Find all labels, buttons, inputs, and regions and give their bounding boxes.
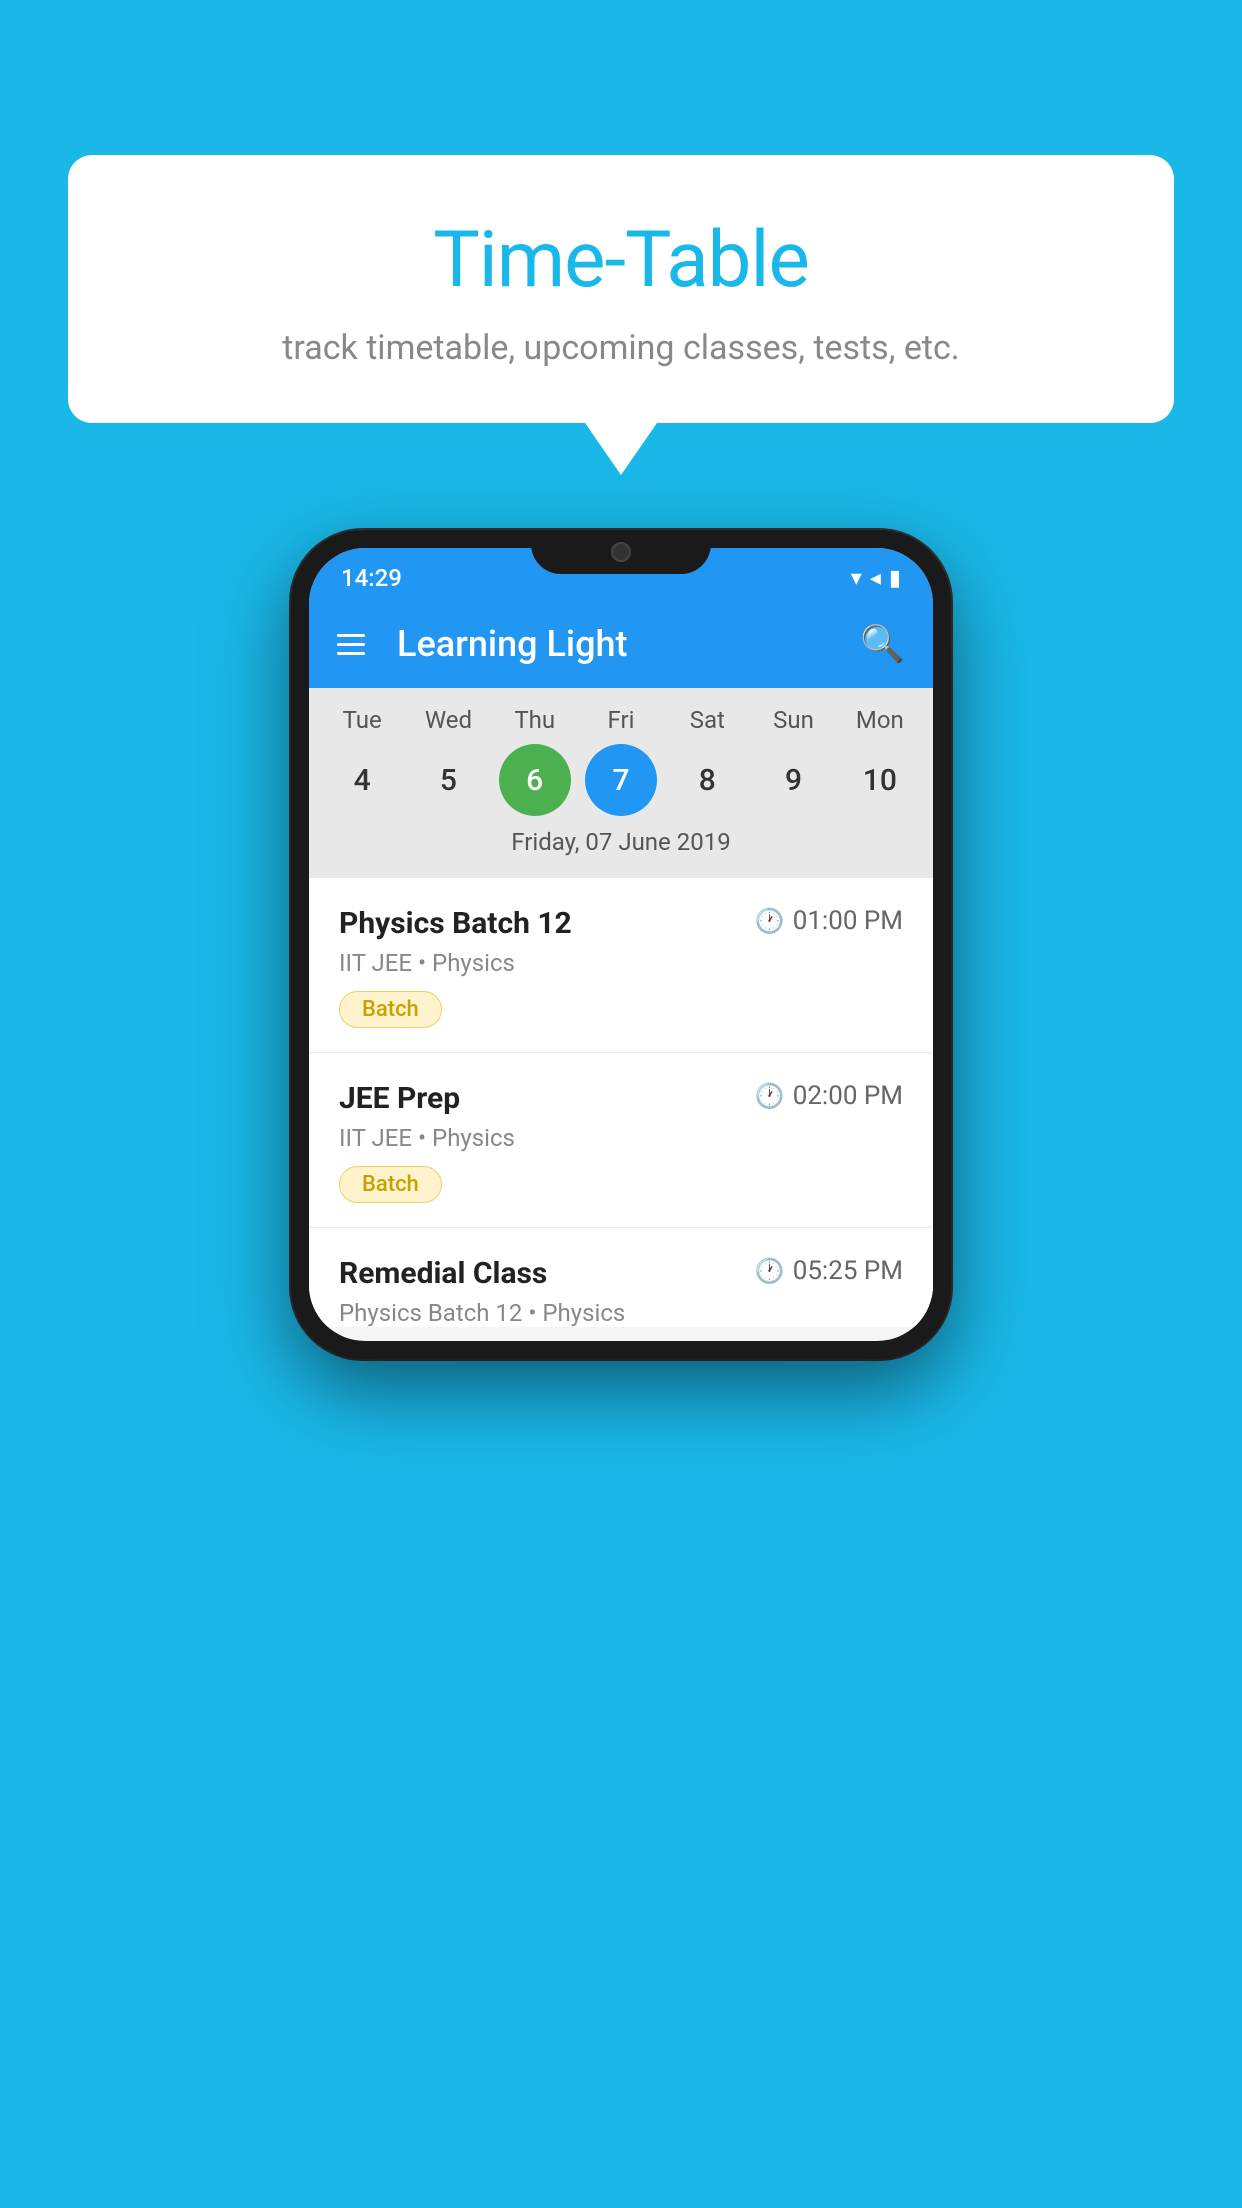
bubble-title: Time-Table bbox=[108, 215, 1134, 306]
search-icon[interactable]: 🔍 bbox=[860, 623, 905, 665]
day-5[interactable]: 5 bbox=[412, 744, 484, 816]
class-name-3: Remedial Class bbox=[339, 1256, 547, 1291]
bubble-subtitle: track timetable, upcoming classes, tests… bbox=[108, 328, 1134, 368]
day-9[interactable]: 9 bbox=[758, 744, 830, 816]
class-time-2: 🕐 02:00 PM bbox=[755, 1081, 903, 1111]
class-name-2: JEE Prep bbox=[339, 1081, 460, 1116]
day-7-selected[interactable]: 7 bbox=[585, 744, 657, 816]
class-time-3: 🕐 05:25 PM bbox=[755, 1256, 903, 1286]
app-title: Learning Light bbox=[397, 623, 836, 665]
class-meta-1: IIT JEE • Physics bbox=[339, 949, 903, 977]
day-header-tue: Tue bbox=[326, 706, 398, 734]
camera-notch bbox=[611, 542, 631, 562]
class-item-header-2: JEE Prep 🕐 02:00 PM bbox=[339, 1081, 903, 1116]
day-header-mon: Mon bbox=[844, 706, 916, 734]
phone-screen: 14:29 ▾ ◂ ▮ Learning Light 🔍 bbox=[309, 548, 933, 1341]
clock-icon-1: 🕐 bbox=[755, 907, 785, 935]
signal-icon: ◂ bbox=[870, 566, 881, 591]
phone-outer: 14:29 ▾ ◂ ▮ Learning Light 🔍 bbox=[291, 530, 951, 1359]
wifi-icon: ▾ bbox=[851, 566, 862, 591]
time-value-1: 01:00 PM bbox=[793, 906, 903, 936]
class-item-physics-batch-12[interactable]: Physics Batch 12 🕐 01:00 PM IIT JEE • Ph… bbox=[309, 878, 933, 1053]
day-header-sun: Sun bbox=[758, 706, 830, 734]
clock-icon-3: 🕐 bbox=[755, 1257, 785, 1285]
class-item-remedial[interactable]: Remedial Class 🕐 05:25 PM Physics Batch … bbox=[309, 1228, 933, 1327]
day-10[interactable]: 10 bbox=[844, 744, 916, 816]
class-item-header-3: Remedial Class 🕐 05:25 PM bbox=[339, 1256, 903, 1291]
speech-bubble: Time-Table track timetable, upcoming cla… bbox=[68, 155, 1174, 423]
class-name-1: Physics Batch 12 bbox=[339, 906, 572, 941]
menu-icon[interactable] bbox=[337, 634, 365, 655]
day-8[interactable]: 8 bbox=[671, 744, 743, 816]
battery-icon: ▮ bbox=[889, 566, 901, 591]
phone-notch bbox=[531, 530, 711, 574]
status-icons: ▾ ◂ ▮ bbox=[851, 566, 901, 591]
class-list: Physics Batch 12 🕐 01:00 PM IIT JEE • Ph… bbox=[309, 878, 933, 1327]
app-bar: Learning Light 🔍 bbox=[309, 600, 933, 688]
selected-date-label: Friday, 07 June 2019 bbox=[309, 816, 933, 870]
day-header-thu: Thu bbox=[499, 706, 571, 734]
time-value-3: 05:25 PM bbox=[793, 1256, 903, 1286]
day-numbers: 4 5 6 7 8 9 10 bbox=[309, 744, 933, 816]
clock-icon-2: 🕐 bbox=[755, 1082, 785, 1110]
day-header-fri: Fri bbox=[585, 706, 657, 734]
day-4[interactable]: 4 bbox=[326, 744, 398, 816]
class-item-header-1: Physics Batch 12 🕐 01:00 PM bbox=[339, 906, 903, 941]
batch-tag-2: Batch bbox=[339, 1166, 442, 1203]
time-value-2: 02:00 PM bbox=[793, 1081, 903, 1111]
speech-bubble-section: Time-Table track timetable, upcoming cla… bbox=[68, 155, 1174, 423]
class-meta-3: Physics Batch 12 • Physics bbox=[339, 1299, 903, 1327]
day-header-wed: Wed bbox=[412, 706, 484, 734]
day-6-today[interactable]: 6 bbox=[499, 744, 571, 816]
batch-tag-1: Batch bbox=[339, 991, 442, 1028]
class-time-1: 🕐 01:00 PM bbox=[755, 906, 903, 936]
class-meta-2: IIT JEE • Physics bbox=[339, 1124, 903, 1152]
class-item-jee-prep[interactable]: JEE Prep 🕐 02:00 PM IIT JEE • Physics Ba… bbox=[309, 1053, 933, 1228]
day-header-sat: Sat bbox=[671, 706, 743, 734]
day-headers: Tue Wed Thu Fri Sat Sun Mon bbox=[309, 706, 933, 734]
calendar-strip: Tue Wed Thu Fri Sat Sun Mon 4 5 6 7 8 9 … bbox=[309, 688, 933, 878]
phone-mockup: 14:29 ▾ ◂ ▮ Learning Light 🔍 bbox=[291, 530, 951, 1359]
status-time: 14:29 bbox=[341, 564, 402, 592]
